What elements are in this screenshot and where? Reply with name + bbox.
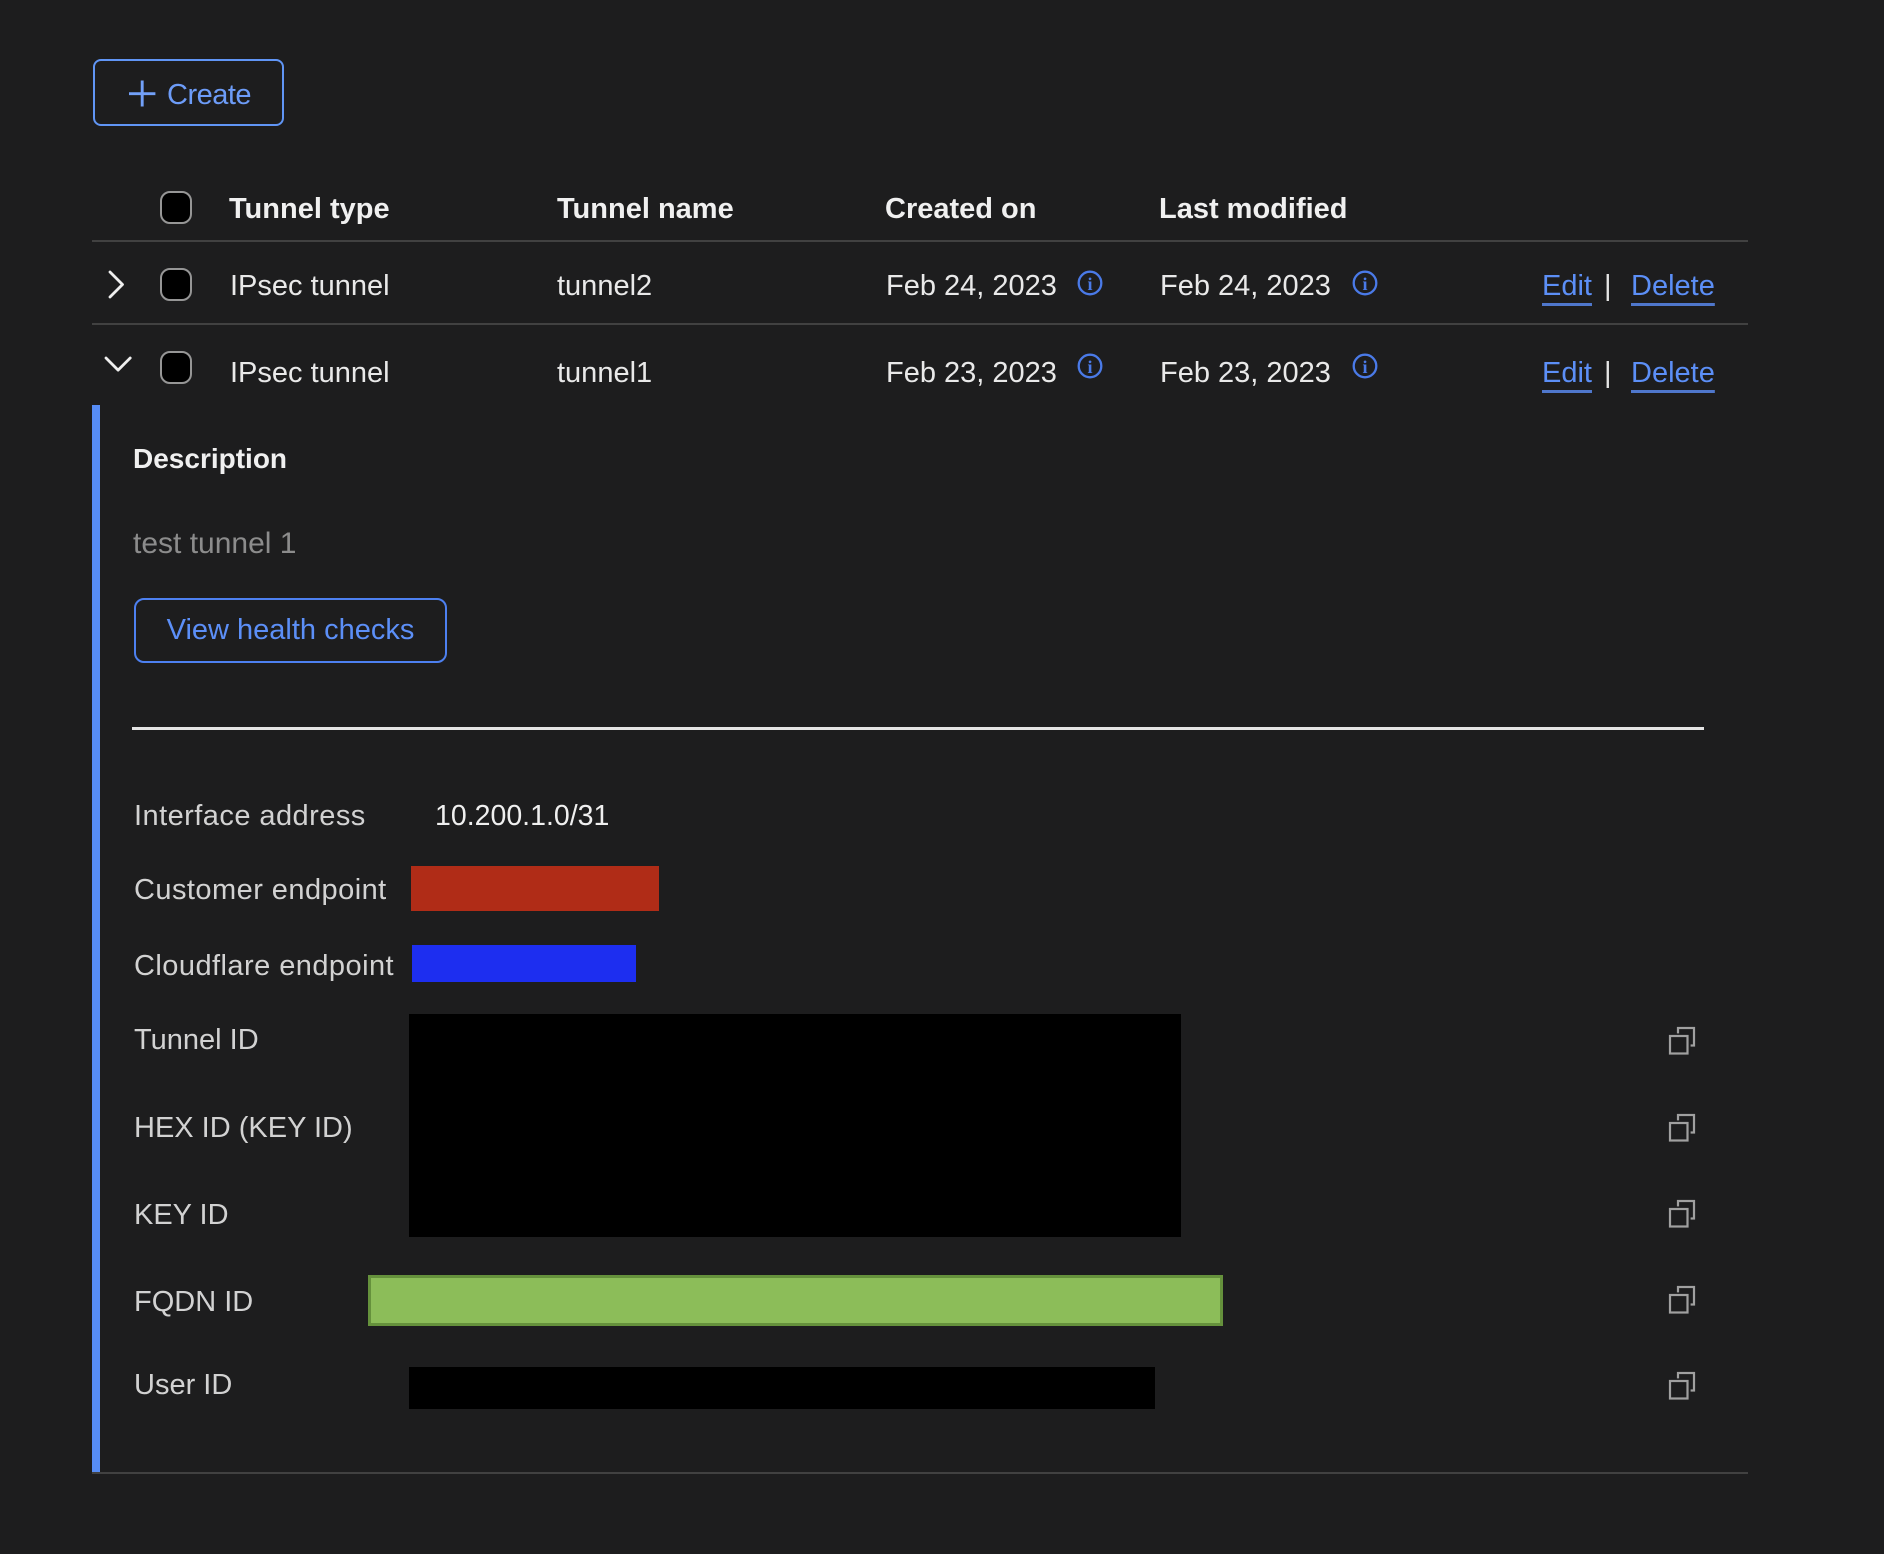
svg-text:i: i	[1362, 357, 1367, 377]
svg-text:i: i	[1087, 274, 1092, 294]
svg-text:i: i	[1087, 357, 1092, 377]
svg-text:i: i	[1362, 274, 1367, 294]
